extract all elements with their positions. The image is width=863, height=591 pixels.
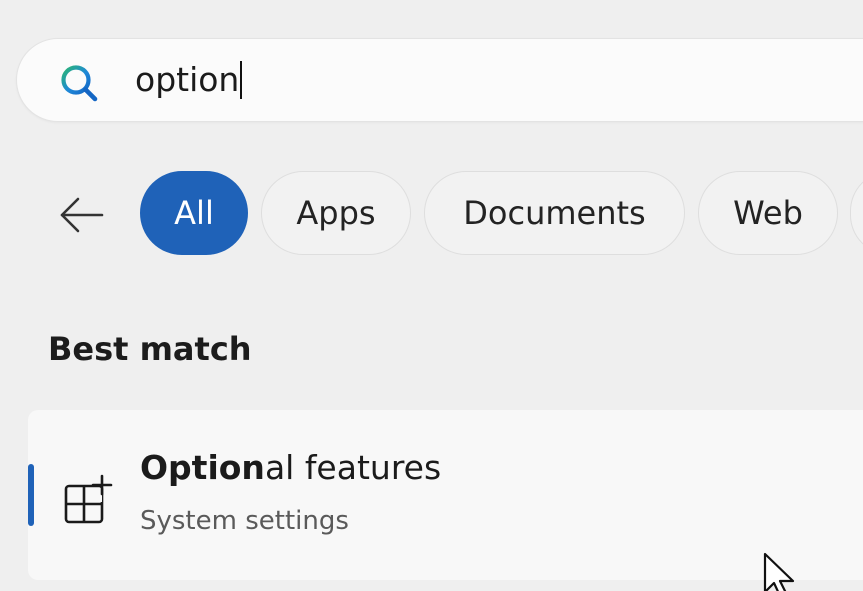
selection-indicator — [28, 464, 34, 526]
arrow-left-icon — [60, 197, 104, 233]
result-title-match: Option — [140, 448, 265, 487]
mouse-cursor-icon — [763, 552, 795, 591]
result-title-rest: al features — [264, 448, 442, 487]
filter-chip-web[interactable]: Web — [698, 171, 838, 255]
filter-chip-more[interactable] — [850, 171, 863, 255]
text-caret — [240, 61, 243, 99]
best-match-result[interactable]: Optional features System settings — [28, 410, 863, 580]
optional-features-icon — [64, 474, 113, 524]
filter-chip-apps[interactable]: Apps — [261, 171, 411, 255]
search-box[interactable]: option — [16, 38, 863, 122]
search-icon — [61, 65, 98, 102]
best-match-heading: Best match — [48, 330, 252, 368]
filter-chip-documents[interactable]: Documents — [424, 171, 685, 255]
search-input[interactable]: option — [135, 58, 243, 102]
result-title: Optional features — [140, 448, 441, 487]
result-subtitle: System settings — [140, 506, 349, 536]
back-button[interactable] — [52, 190, 110, 240]
filter-chip-all[interactable]: All — [140, 171, 248, 255]
windows-search-panel: option All Apps Documents Web Best match… — [0, 0, 863, 591]
search-query-text: option — [135, 60, 240, 99]
